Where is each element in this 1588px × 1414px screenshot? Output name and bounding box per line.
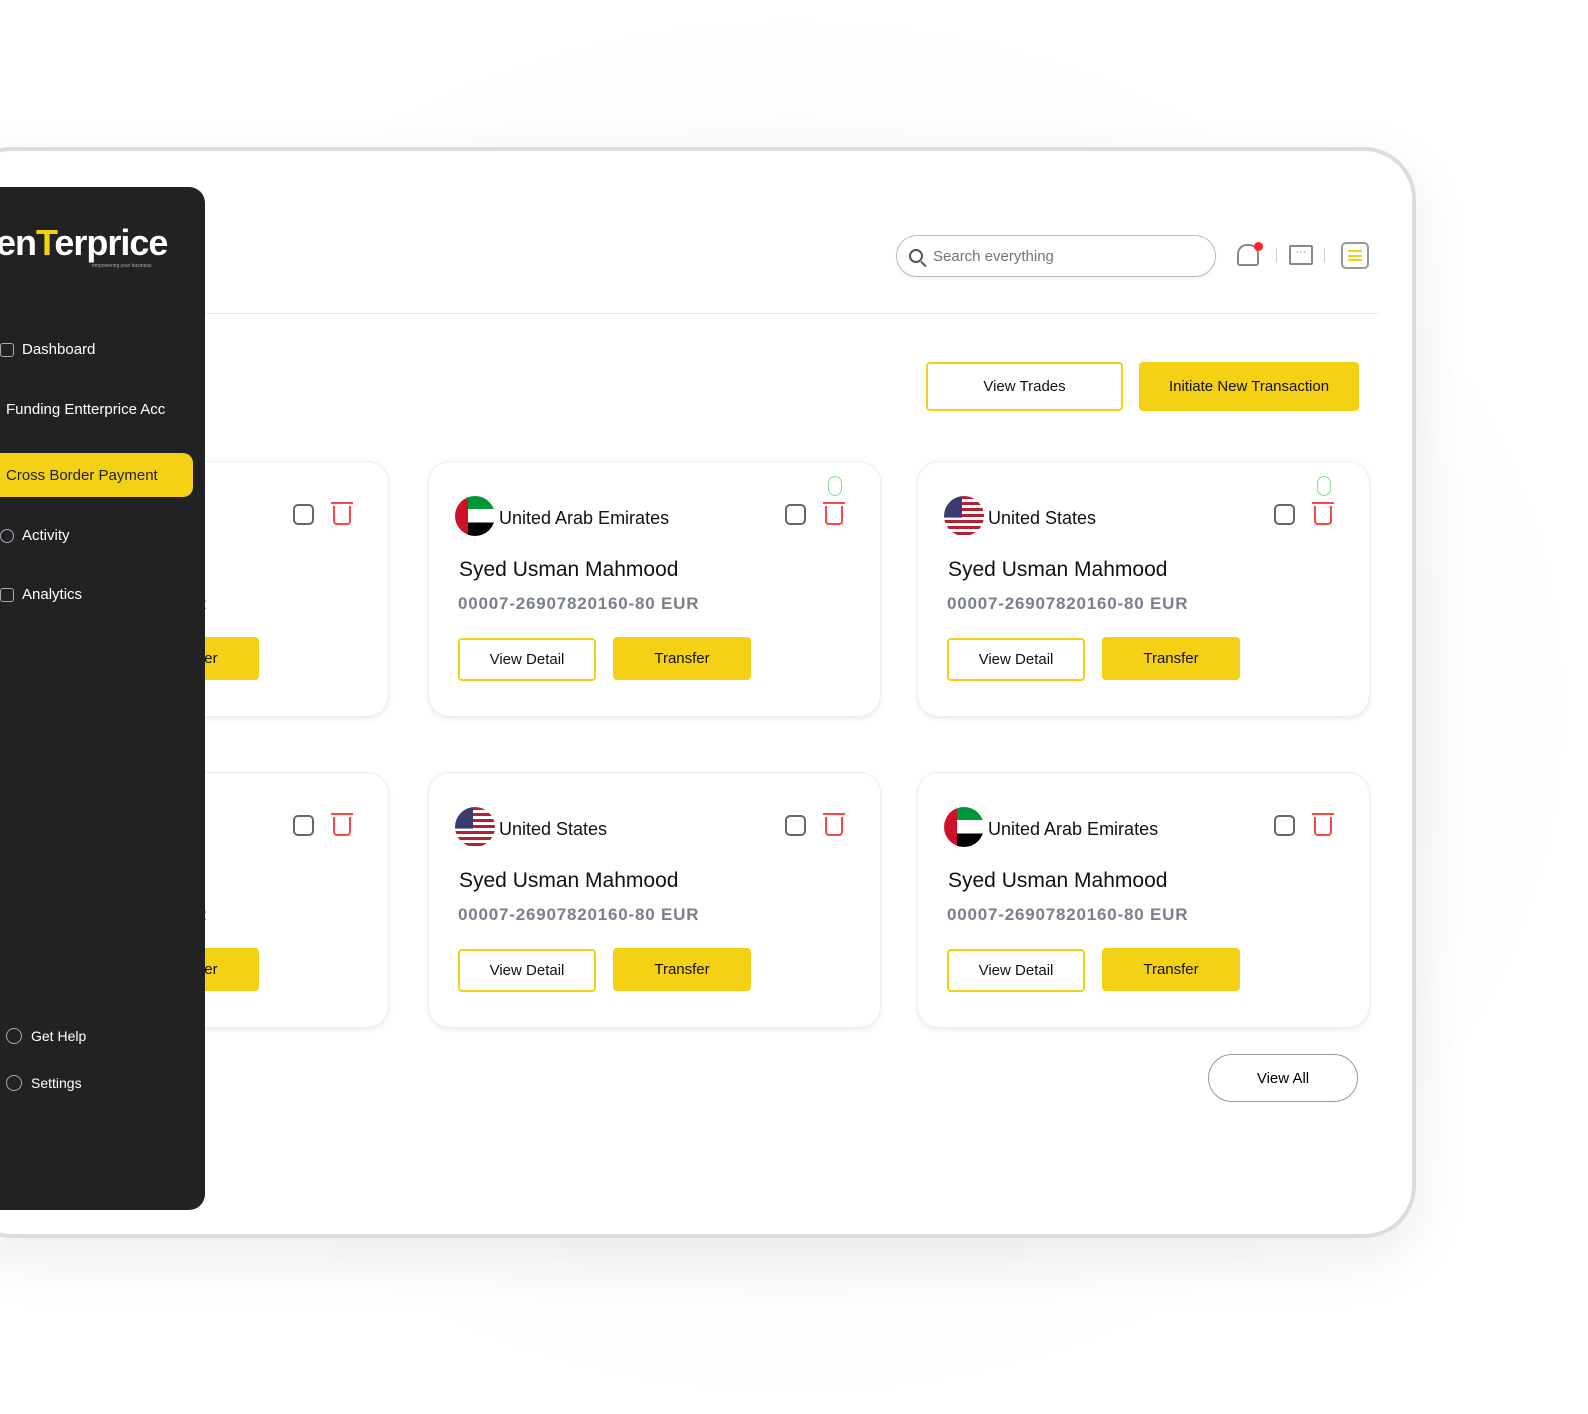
sidebar-item-funding[interactable]: Funding Entterprice Acc (6, 401, 165, 418)
divider (1324, 248, 1325, 262)
gear-icon (6, 1075, 22, 1091)
transfer-button[interactable]: Transfer (613, 637, 751, 680)
info-icon (6, 1028, 22, 1044)
trash-icon[interactable] (331, 813, 353, 836)
sidebar-item-activity[interactable]: Activity (0, 527, 70, 544)
menu-icon[interactable] (1341, 242, 1369, 269)
account-number: 00007-26907820160-80 EUR (947, 594, 1189, 613)
view-trades-button[interactable]: View Trades (926, 362, 1123, 411)
chat-icon[interactable]: ··· (1289, 245, 1313, 265)
trash-icon[interactable] (331, 502, 353, 525)
beneficiary-name: Syed Usman Mahmood (459, 869, 679, 892)
initiate-transaction-button[interactable]: Initiate New Transaction (1139, 362, 1359, 411)
account-number: 00007-26907820160-80 EUR (458, 594, 700, 613)
beneficiary-card: United Arab Emirates Syed Usman Mahmood … (917, 772, 1370, 1028)
beneficiary-card: United States Syed Usman Mahmood 00007-2… (428, 772, 881, 1028)
sidebar-item-dashboard[interactable]: Dashboard (0, 341, 96, 358)
notification-dot (1254, 242, 1263, 251)
flag-icon (455, 496, 495, 536)
sidebar-item-cross-border-payment[interactable]: Cross Border Payment (0, 453, 193, 497)
sidebar-item-analytics[interactable]: Analytics (0, 586, 83, 603)
edit-icon[interactable] (1274, 504, 1295, 525)
search-bar[interactable] (896, 235, 1216, 277)
flag-icon (455, 807, 495, 847)
beneficiary-name: Syed Usman Mahmood (948, 558, 1168, 581)
home-icon (0, 342, 14, 357)
flag-icon (944, 496, 984, 536)
transfer-button[interactable]: Transfer (613, 948, 751, 991)
nav-label: Activity (22, 527, 70, 544)
view-detail-button[interactable]: View Detail (458, 949, 596, 992)
transfer-button[interactable]: Transfer (1102, 948, 1240, 991)
nav-label: Dashboard (22, 341, 96, 358)
mouse-icon (828, 476, 842, 496)
nav-label: Settings (31, 1075, 82, 1091)
nav-label: Funding Entterprice Acc (6, 401, 166, 418)
sidebar-item-settings[interactable]: Settings (6, 1075, 82, 1091)
account-number: 00007-26907820160-80 EUR (458, 905, 700, 924)
nav-label: Analytics (22, 586, 83, 603)
view-detail-button[interactable]: View Detail (947, 949, 1085, 992)
country-name: United States (988, 508, 1097, 528)
edit-icon[interactable] (293, 504, 314, 525)
mouse-icon (1317, 476, 1331, 496)
header-divider (204, 313, 1378, 314)
nav-label: Cross Border Payment (6, 466, 158, 484)
logo-tagline: empowering your business (92, 263, 152, 269)
edit-icon[interactable] (293, 815, 314, 836)
search-input[interactable] (933, 247, 1183, 265)
trash-icon[interactable] (1312, 502, 1334, 525)
edit-icon[interactable] (785, 504, 806, 525)
view-detail-button[interactable]: View Detail (947, 638, 1085, 681)
sidebar-item-get-help[interactable]: Get Help (6, 1028, 86, 1044)
beneficiary-card: United States Syed Usman Mahmood 00007-2… (917, 461, 1370, 717)
logo: enTerprice (0, 222, 168, 263)
flag-icon (944, 807, 984, 847)
trash-icon[interactable] (823, 813, 845, 836)
account-number: 00007-26907820160-80 EUR (947, 905, 1189, 924)
country-name: United States (499, 819, 608, 839)
view-all-button[interactable]: View All (1208, 1054, 1358, 1102)
divider (1276, 248, 1277, 262)
country-name: United Arab Emirates (499, 508, 670, 528)
view-detail-button[interactable]: View Detail (458, 638, 596, 681)
search-icon (909, 249, 923, 263)
country-name: United Arab Emirates (988, 819, 1159, 839)
trash-icon[interactable] (1312, 813, 1334, 836)
beneficiary-name: Syed Usman Mahmood (459, 558, 679, 581)
edit-icon[interactable] (785, 815, 806, 836)
edit-icon[interactable] (1274, 815, 1295, 836)
beneficiary-card: United Arab Emirates Syed Usman Mahmood … (428, 461, 881, 717)
trash-icon[interactable] (823, 502, 845, 525)
activity-icon (0, 528, 14, 543)
analytics-icon (0, 587, 14, 602)
nav-label: Get Help (31, 1028, 87, 1044)
beneficiary-name: Syed Usman Mahmood (948, 869, 1168, 892)
transfer-button[interactable]: Transfer (1102, 637, 1240, 680)
